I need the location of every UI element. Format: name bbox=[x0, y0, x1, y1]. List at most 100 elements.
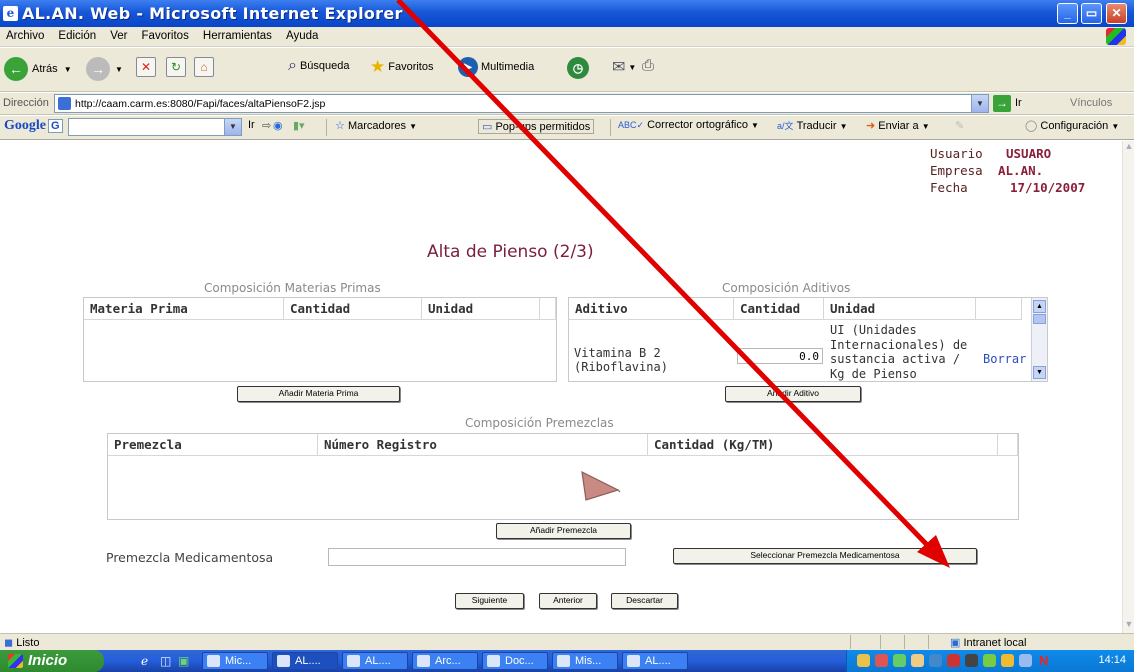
menu-ayuda[interactable]: Ayuda bbox=[280, 27, 323, 42]
minimize-button[interactable]: _ bbox=[1057, 3, 1078, 24]
previous-button[interactable]: Anterior bbox=[539, 593, 597, 609]
multimedia-label: Multimedia bbox=[481, 61, 535, 73]
tray-update-icon[interactable] bbox=[929, 654, 942, 667]
spellcheck-button[interactable]: ABC✓ Corrector ortográfico ▼ bbox=[618, 119, 759, 131]
add-materia-button[interactable]: Añadir Materia Prima bbox=[237, 386, 400, 402]
tray-monitor-icon[interactable] bbox=[965, 654, 978, 667]
multimedia-button[interactable]: ▶ Multimedia bbox=[458, 57, 534, 77]
google-go-button[interactable]: Ir bbox=[248, 119, 255, 131]
google-menu-button[interactable]: G bbox=[48, 119, 63, 133]
add-aditivo-button[interactable]: Añadir Aditivo bbox=[725, 386, 861, 402]
favorites-button[interactable]: ★ Favoritos bbox=[370, 57, 434, 77]
menu-favoritos[interactable]: Favoritos bbox=[136, 27, 194, 42]
scroll-down-icon[interactable]: ▼ bbox=[1123, 619, 1134, 633]
address-input[interactable]: http://caam.carm.es:8080/Fapi/faces/alta… bbox=[54, 94, 989, 113]
materias-table: Materia Prima Cantidad Unidad bbox=[83, 297, 557, 382]
aditivos-col-cantidad: Cantidad bbox=[734, 298, 824, 320]
menu-edicion[interactable]: Edición bbox=[52, 27, 101, 42]
highlighter-icon[interactable]: ✎ bbox=[955, 119, 964, 132]
tray-network-icon[interactable] bbox=[857, 654, 870, 667]
tray-alert-icon[interactable] bbox=[947, 654, 960, 667]
address-url: http://caam.carm.es:8080/Fapi/faces/alta… bbox=[75, 98, 326, 110]
send-to-button[interactable]: ➜ Enviar a ▼ bbox=[866, 119, 930, 132]
mail-button[interactable]: ✉ ▼ bbox=[612, 57, 636, 77]
zone-label: Intranet local bbox=[963, 637, 1027, 649]
quicklaunch-desktop-icon[interactable]: ▣ bbox=[178, 654, 189, 668]
start-button[interactable]: Inicio bbox=[0, 650, 104, 672]
pagerank-icon[interactable]: ▮▾ bbox=[293, 119, 305, 132]
address-label: Dirección bbox=[3, 97, 49, 109]
menu-herramientas[interactable]: Herramientas bbox=[197, 27, 277, 42]
links-button[interactable]: Vínculos bbox=[1070, 97, 1112, 109]
ie-icon: e bbox=[3, 6, 18, 21]
tray-battery-icon[interactable] bbox=[1001, 654, 1014, 667]
chevron-down-icon: ▼ bbox=[115, 64, 123, 74]
quicklaunch-outlook-icon[interactable]: ◫ bbox=[160, 654, 171, 668]
print-button[interactable]: ⎙ bbox=[642, 57, 654, 74]
next-button[interactable]: Siguiente bbox=[455, 593, 524, 609]
task-mis[interactable]: Mis... bbox=[552, 652, 618, 670]
tray-security-icon[interactable] bbox=[893, 654, 906, 667]
ie-icon bbox=[277, 655, 290, 667]
go-arrow-icon[interactable]: → bbox=[993, 95, 1011, 112]
tray-n-icon[interactable]: N bbox=[1039, 653, 1048, 668]
medicamentosa-input[interactable] bbox=[328, 548, 626, 566]
select-medicamentosa-button[interactable]: Seleccionar Premezcla Medicamentosa bbox=[673, 548, 977, 564]
aditivos-scrollbar[interactable]: ▲ ▼ bbox=[1031, 298, 1047, 381]
ie-icon bbox=[207, 655, 220, 667]
scroll-down-icon[interactable]: ▼ bbox=[1033, 366, 1046, 379]
settings-button[interactable]: ◯ Configuración ▼ bbox=[1025, 119, 1119, 132]
empresa-value: AL.AN. bbox=[998, 163, 1044, 178]
scroll-up-icon[interactable]: ▲ bbox=[1123, 141, 1134, 155]
stop-button[interactable]: ✕ bbox=[136, 57, 156, 77]
google-logo[interactable]: Google bbox=[4, 118, 46, 134]
task-alan-active[interactable]: AL.... bbox=[272, 652, 338, 670]
task-doc[interactable]: Doc... bbox=[482, 652, 548, 670]
home-button[interactable]: ⌂ bbox=[194, 57, 214, 77]
address-dropdown-button[interactable]: ▼ bbox=[971, 95, 988, 112]
task-label: AL.... bbox=[645, 655, 671, 667]
forward-button[interactable]: → ▼ bbox=[86, 57, 123, 81]
page-scrollbar[interactable]: ▲ ▼ bbox=[1122, 141, 1134, 633]
folder-icon bbox=[557, 655, 570, 667]
tray-volume-icon[interactable] bbox=[911, 654, 924, 667]
tray-display-icon[interactable] bbox=[983, 654, 996, 667]
popups-button[interactable]: ▭ Pop-ups permitidos bbox=[478, 119, 595, 134]
google-search-dropdown[interactable]: ▼ bbox=[224, 119, 241, 135]
discard-button[interactable]: Descartar bbox=[611, 593, 678, 609]
window-titlebar[interactable]: e AL.AN. Web - Microsoft Internet Explor… bbox=[0, 0, 1134, 27]
task-alan-word[interactable]: AL.... bbox=[622, 652, 688, 670]
tray-messenger-icon[interactable] bbox=[1019, 654, 1032, 667]
chevron-down-icon: ▼ bbox=[839, 122, 848, 131]
close-button[interactable]: ✕ bbox=[1106, 3, 1127, 24]
back-button[interactable]: ← Atrás ▼ bbox=[4, 57, 72, 81]
search-button[interactable]: ⌕ Búsqueda bbox=[288, 57, 350, 75]
translate-button[interactable]: a/文 Traducir ▼ bbox=[777, 119, 848, 132]
scroll-thumb[interactable] bbox=[1033, 314, 1046, 324]
history-button[interactable]: ◷ bbox=[567, 57, 589, 79]
globe-icon[interactable]: ◉ bbox=[273, 119, 283, 132]
add-premezcla-button[interactable]: Añadir Premezcla bbox=[496, 523, 631, 539]
scroll-up-icon[interactable]: ▲ bbox=[1033, 300, 1046, 313]
google-search-input[interactable]: ▼ bbox=[68, 118, 242, 136]
menu-archivo[interactable]: Archivo bbox=[0, 27, 49, 42]
windows-flag-icon bbox=[8, 654, 23, 668]
google-toolbar: Google G ▼ Ir ⇨ ◉ ▮▾ ☆ Marcadores ▼ ▭ Po… bbox=[0, 116, 1134, 140]
task-mic[interactable]: Mic... bbox=[202, 652, 268, 670]
task-arc[interactable]: Arc... bbox=[412, 652, 478, 670]
refresh-button[interactable]: ↻ bbox=[166, 57, 186, 77]
go-button[interactable]: Ir bbox=[1015, 97, 1022, 109]
task-alan[interactable]: AL.... bbox=[342, 652, 408, 670]
translate-icon: a/文 bbox=[777, 121, 794, 131]
quicklaunch-ie-icon[interactable]: ℯ bbox=[141, 654, 148, 668]
bookmarks-button[interactable]: ☆ Marcadores ▼ bbox=[335, 119, 417, 132]
aditivo-name-line: (Riboflavina) bbox=[574, 360, 668, 374]
settings-circle-icon: ◯ bbox=[1025, 120, 1038, 132]
fecha-value: 17/10/2007 bbox=[1010, 180, 1086, 195]
borrar-link[interactable]: Borrar bbox=[983, 352, 1026, 366]
maximize-button[interactable]: ▭ bbox=[1081, 3, 1102, 24]
aditivo-cantidad-input[interactable]: 0.0 bbox=[737, 348, 823, 364]
tray-antivirus-icon[interactable] bbox=[875, 654, 888, 667]
chevron-down-icon: ▼ bbox=[751, 121, 759, 130]
menu-ver[interactable]: Ver bbox=[104, 27, 132, 42]
